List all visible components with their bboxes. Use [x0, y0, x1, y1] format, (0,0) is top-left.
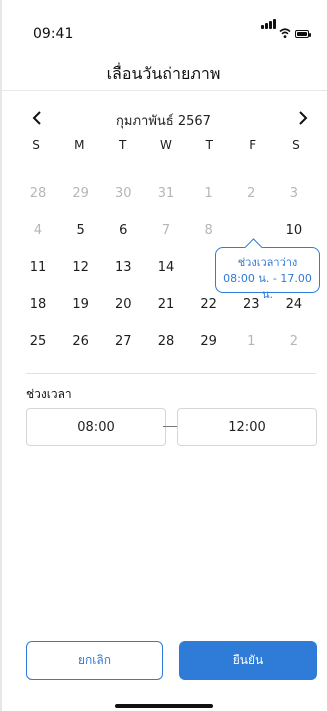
- status-icons: [257, 19, 313, 41]
- calendar-day[interactable]: 20: [111, 297, 135, 312]
- weekday-label: T: [118, 138, 127, 152]
- calendar-day[interactable]: 14: [154, 260, 178, 275]
- weekday-label: S: [32, 138, 40, 152]
- battery-icon: [295, 30, 311, 38]
- calendar-day[interactable]: 3: [282, 186, 306, 201]
- calendar-day[interactable]: 11: [26, 260, 50, 275]
- start-time-field[interactable]: 08:00: [26, 408, 166, 446]
- availability-tooltip: ช่วงเวลาว่าง 08:00 น. - 17.00 น.: [215, 247, 320, 301]
- status-time: 09:41: [33, 26, 74, 42]
- cancel-button[interactable]: ยกเลิก: [26, 641, 163, 680]
- cancel-button-label: ยกเลิก: [77, 653, 112, 667]
- end-time-value: 12:00: [228, 419, 266, 435]
- weekday-label: M: [74, 138, 85, 152]
- phone-screen: 09:41 เลื่อนวันถ่ายภาพ กุมภาพันธ์ 2567 S…: [0, 0, 327, 711]
- calendar-day[interactable]: 13: [111, 260, 135, 275]
- weekday-label: T: [205, 138, 213, 152]
- end-time-field[interactable]: 12:00: [177, 408, 317, 446]
- calendar-day[interactable]: 29: [69, 186, 93, 201]
- tooltip-time-range: 08:00 น. - 17.00 น.: [223, 272, 312, 301]
- start-time-value: 08:00: [77, 419, 115, 435]
- calendar-day[interactable]: 27: [111, 334, 135, 349]
- chevron-right-icon: [299, 111, 308, 125]
- calendar-day[interactable]: 10: [282, 223, 306, 238]
- calendar-day[interactable]: 1: [239, 334, 263, 349]
- calendar-week-row: 28 29 30 31 1 2 3: [26, 175, 306, 212]
- calendar-day[interactable]: 8: [197, 223, 221, 238]
- weekday-header: S M T W T F S: [26, 138, 306, 152]
- calendar-day[interactable]: 6: [111, 223, 135, 238]
- calendar-day[interactable]: 12: [69, 260, 93, 275]
- weekday-label: F: [249, 138, 257, 152]
- calendar-day-selected[interactable]: 9: [233, 212, 270, 249]
- calendar-day[interactable]: 21: [154, 297, 178, 312]
- calendar-day[interactable]: 1: [197, 186, 221, 201]
- calendar-day[interactable]: 26: [69, 334, 93, 349]
- confirm-button-label: ยืนยัน: [232, 653, 264, 667]
- calendar-day[interactable]: 31: [154, 186, 178, 201]
- confirm-button[interactable]: ยืนยัน: [179, 641, 317, 680]
- calendar-day[interactable]: 2: [282, 334, 306, 349]
- calendar-week-row: 25 26 27 28 29 1 2: [26, 323, 306, 360]
- weekday-label: S: [292, 138, 300, 152]
- calendar-day[interactable]: 28: [154, 334, 178, 349]
- time-range-separator: [163, 426, 177, 427]
- wifi-icon: [279, 28, 291, 38]
- calendar-day[interactable]: 25: [26, 334, 50, 349]
- section-divider: [26, 373, 316, 374]
- calendar-day[interactable]: 28: [26, 186, 50, 201]
- calendar-week-row: 4 5 6 7 8 9 10: [26, 212, 306, 249]
- header-divider: [0, 90, 327, 91]
- home-indicator: [115, 704, 213, 708]
- tooltip-title: ช่วงเวลาว่าง: [237, 256, 298, 269]
- page-title: เลื่อนวันถ่ายภาพ: [106, 64, 221, 83]
- calendar-day[interactable]: 30: [111, 186, 135, 201]
- time-range-label: ช่วงเวลา: [26, 387, 72, 401]
- calendar-day[interactable]: 18: [26, 297, 50, 312]
- calendar-day[interactable]: 5: [69, 223, 93, 238]
- next-month-button[interactable]: [292, 107, 314, 129]
- weekday-label: W: [160, 138, 172, 152]
- month-label: กุมภาพันธ์ 2567: [116, 114, 211, 129]
- status-bar: 09:41: [0, 0, 327, 64]
- calendar-day[interactable]: 7: [154, 223, 178, 238]
- calendar-day[interactable]: 2: [239, 186, 263, 201]
- calendar-day[interactable]: 29: [197, 334, 221, 349]
- calendar-day[interactable]: 4: [26, 223, 50, 238]
- calendar-day[interactable]: 19: [69, 297, 93, 312]
- calendar-navigation: กุมภาพันธ์ 2567: [0, 107, 327, 131]
